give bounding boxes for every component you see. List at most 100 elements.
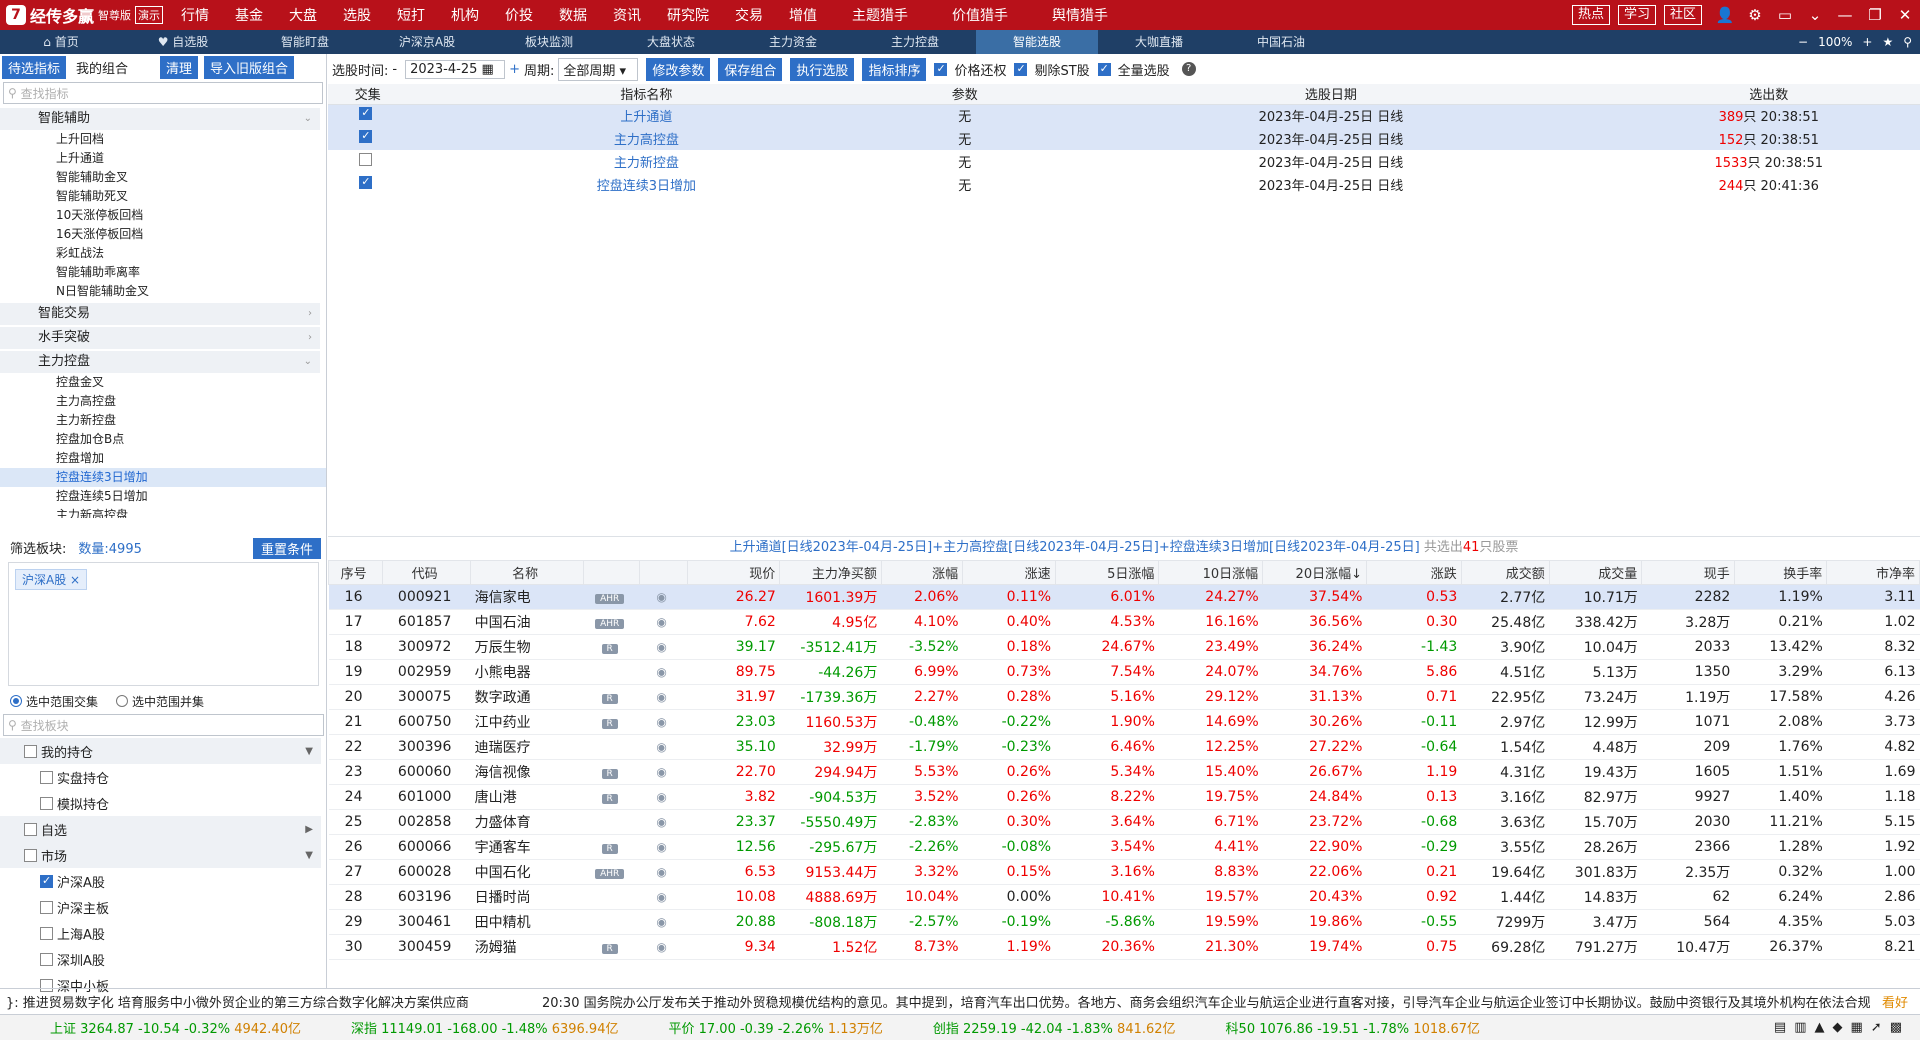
eye-icon[interactable]: ◉ <box>656 590 666 604</box>
column-header[interactable]: 20日涨幅↓ <box>1262 560 1367 585</box>
indicator-item[interactable]: 控盘加仓B点 <box>0 430 326 449</box>
minimize-icon[interactable]: — <box>1830 6 1860 24</box>
indicator-item[interactable]: 主力新高控盘 <box>0 506 326 518</box>
tab-item[interactable]: ♥ 自选股 <box>122 30 244 54</box>
checkbox[interactable] <box>359 153 373 166</box>
modify-params-button[interactable]: 修改参数 <box>646 57 711 81</box>
checkbox[interactable] <box>40 874 53 888</box>
indicator-item[interactable]: 上升通道 <box>0 149 326 168</box>
indicator-group[interactable]: 主力控盘 ⌄ <box>0 351 320 373</box>
table-row[interactable]: 16 000921 海信家电 AHR ◉ 26.27 1601.39万 2.06% 0.11% 6… <box>328 584 1920 610</box>
pin-icon[interactable]: ⚲ <box>1903 35 1912 49</box>
column-header[interactable]: 10日涨幅 <box>1158 560 1264 585</box>
tab-item[interactable]: ⌂ 首页 <box>0 30 122 54</box>
table-row[interactable]: 26 600066 宇通客车 R ◉ 12.56 -295.67万 -2.26% -0.08% 3… <box>328 834 1920 860</box>
menu-item[interactable]: 大盘 <box>276 5 330 25</box>
column-header[interactable]: 现价 <box>686 560 781 585</box>
eye-icon[interactable]: ◉ <box>656 815 666 829</box>
index-quote[interactable]: 上证 3264.87 -10.54 -0.32% 4942.40亿 <box>50 1018 301 1037</box>
tab-item[interactable]: 大咖直播 <box>1098 30 1220 54</box>
table-row[interactable]: 30 300459 汤姆猫 R ◉ 9.34 1.52亿 8.73% 1.19% 20.36% 21… <box>328 934 1920 960</box>
menu-item[interactable]: 交易 <box>722 5 776 25</box>
table-row[interactable]: 18 300972 万辰生物 R ◉ 39.17 -3512.41万 -3.52% 0.18% 2… <box>328 634 1920 660</box>
column-header[interactable] <box>582 560 641 585</box>
column-header[interactable]: 名称 <box>470 560 584 585</box>
indicator-name-link[interactable]: 主力新控盘 <box>614 156 679 171</box>
run-select-button[interactable]: 执行选股 <box>790 57 855 81</box>
column-header[interactable]: 涨速 <box>962 560 1056 585</box>
eye-icon[interactable]: ◉ <box>656 790 666 804</box>
eye-icon[interactable]: ◉ <box>656 765 666 779</box>
table-row[interactable]: 20 300075 数字政通 R ◉ 31.97 -1739.36万 2.27% 0.28% 5.… <box>328 684 1920 710</box>
board-item[interactable]: 沪深主板 <box>0 894 327 920</box>
tab-item[interactable]: 沪深京A股 <box>366 30 488 54</box>
indicator-item[interactable]: 智能辅助金叉 <box>0 168 326 187</box>
checkbox[interactable] <box>40 770 53 784</box>
checkbox[interactable] <box>359 175 373 189</box>
index-quote[interactable]: 深指 11149.01 -168.00 -1.48% 6396.94亿 <box>351 1018 619 1037</box>
tab-item[interactable]: 大盘状态 <box>610 30 732 54</box>
menu-item[interactable]: 舆情猎手 <box>1030 5 1130 25</box>
close-icon[interactable]: ✕ <box>1890 6 1920 24</box>
checkbox[interactable] <box>40 900 53 914</box>
user-icon[interactable]: 👤 <box>1710 6 1740 24</box>
indicator-group[interactable]: 智能交易 › <box>0 303 320 325</box>
indicator-row[interactable]: 主力新控盘 无 2023年-04月-25日 日线 1533只 20:38:51 <box>328 150 1920 173</box>
intersection-radio[interactable]: 选中范围交集 <box>10 693 98 710</box>
table-row[interactable]: 17 601857 中国石油 AHR ◉ 7.62 4.95亿 4.10% 0.40% 4.53%… <box>328 609 1920 635</box>
grid-icon[interactable]: ▩ <box>1890 1020 1910 1035</box>
checkbox[interactable] <box>40 926 53 940</box>
board-item[interactable]: 深圳A股 <box>0 946 327 972</box>
eye-icon[interactable]: ◉ <box>656 615 666 629</box>
indicator-item[interactable]: 10天涨停板回档 <box>0 206 326 225</box>
import-old-combo-button[interactable]: 导入旧版组合 <box>204 55 295 79</box>
minus-icon[interactable]: − <box>1798 35 1808 49</box>
eye-icon[interactable]: ◉ <box>656 665 666 679</box>
tab-item[interactable]: 智能盯盘 <box>244 30 366 54</box>
tab-item[interactable]: 主力控盘 <box>854 30 976 54</box>
triangle-down-icon[interactable]: ▼ <box>305 850 313 861</box>
help-icon[interactable]: ? <box>1181 62 1196 76</box>
eye-icon[interactable]: ◉ <box>656 640 666 654</box>
checkbox[interactable] <box>40 952 53 966</box>
arrow-icon[interactable]: ➚ <box>1871 1020 1890 1035</box>
board-group[interactable]: 市场 ▼ <box>0 842 321 868</box>
union-radio[interactable]: 选中范围并集 <box>116 693 204 710</box>
indicator-group[interactable]: 水手突破 › <box>0 327 320 349</box>
save-combo-button[interactable]: 保存组合 <box>718 57 783 81</box>
plus-icon[interactable]: + <box>1862 35 1872 49</box>
layout-icon[interactable]: ▭ <box>1770 6 1800 24</box>
checkbox[interactable] <box>24 848 37 862</box>
tab-my-combos[interactable]: 我的组合 <box>70 56 134 79</box>
column-header[interactable]: 主力净买额 <box>779 560 882 585</box>
board-group[interactable]: 我的持仓 ▼ <box>0 738 321 764</box>
indicator-row[interactable]: 主力高控盘无2023年-04月-25日 日线152只 20:38:51 <box>328 127 1920 150</box>
column-header[interactable]: 成交量 <box>1548 560 1643 585</box>
doc-icon[interactable]: ▥ <box>1794 1020 1814 1035</box>
index-quote[interactable]: 平价 17.00 -0.39 -2.26% 1.13万亿 <box>668 1018 882 1037</box>
menu-item[interactable]: 价投 <box>492 5 546 25</box>
chevron-down-icon[interactable]: ⌄ <box>1800 6 1830 24</box>
triangle-right-icon[interactable]: ▶ <box>305 824 313 835</box>
eye-icon[interactable]: ◉ <box>656 890 666 904</box>
date-next[interactable]: + <box>509 62 520 77</box>
indicator-item[interactable]: 控盘金叉 <box>0 373 326 392</box>
date-prev[interactable]: - <box>392 62 397 77</box>
column-header[interactable]: 涨幅 <box>880 560 964 585</box>
checkbox[interactable] <box>40 796 53 810</box>
news-left[interactable]: }: 推进贸易数字化 培育服务中小微外贸企业的第三方综合数字化解决方案供应商 <box>0 992 500 1011</box>
table-row[interactable]: 24 601000 唐山港 R ◉ 3.82 -904.53万 3.52% 0.26% 8.22%… <box>328 784 1920 810</box>
gear-icon[interactable]: ⚙ <box>1740 6 1770 24</box>
eye-icon[interactable]: ◉ <box>656 865 666 879</box>
eye-icon[interactable]: ◉ <box>656 915 666 929</box>
indicator-item[interactable]: 主力新控盘 <box>0 411 326 430</box>
table-row[interactable]: 27 600028 中国石化 AHR ◉ 6.53 9153.44万 3.32% 0.15% 3.… <box>328 859 1920 885</box>
eye-icon[interactable]: ◉ <box>656 940 666 954</box>
menu-item[interactable]: 主题猎手 <box>830 5 930 25</box>
eye-icon[interactable]: ◉ <box>656 840 666 854</box>
checkbox[interactable] <box>24 822 37 836</box>
star-icon[interactable]: ★ <box>1882 35 1893 49</box>
indicator-name-link[interactable]: 主力高控盘 <box>614 133 679 148</box>
column-header[interactable]: 换手率 <box>1733 560 1828 585</box>
eye-icon[interactable]: ◉ <box>656 740 666 754</box>
